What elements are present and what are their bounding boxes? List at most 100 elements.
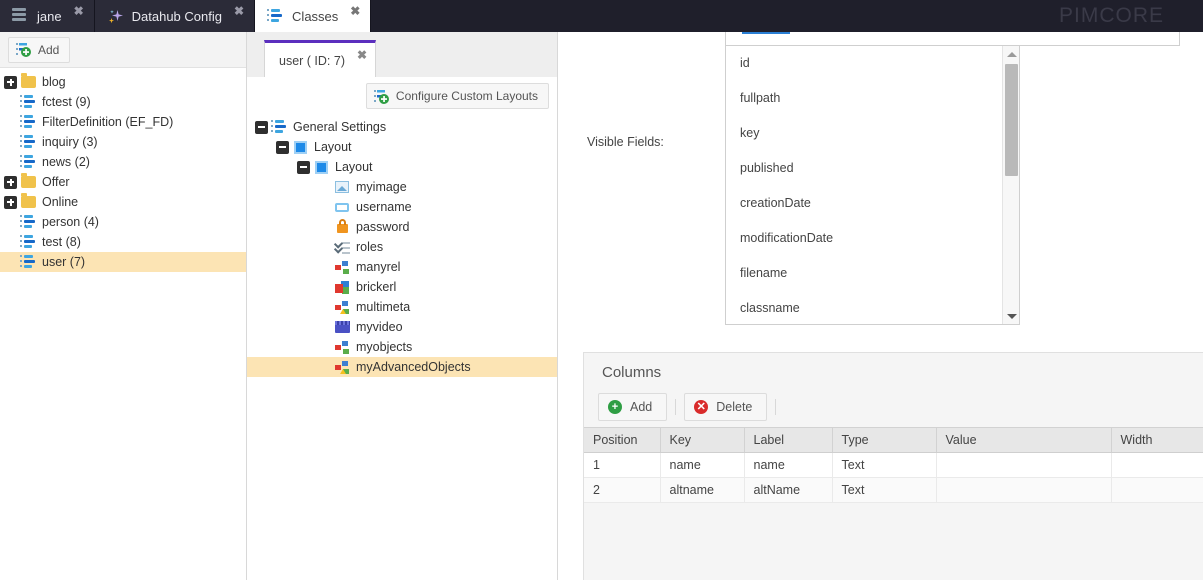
- app-tab-jane[interactable]: jane ✖: [0, 0, 95, 32]
- class-tree-item[interactable]: news (2): [0, 152, 246, 172]
- structure-tree-item[interactable]: roles: [247, 237, 557, 257]
- class-tree-item[interactable]: person (4): [0, 212, 246, 232]
- columns-table: Position Key Label Type Value Width 1 name name…: [584, 427, 1203, 503]
- visible-fields-label: Visible Fields:: [587, 135, 664, 149]
- collapse-icon[interactable]: [276, 140, 289, 154]
- column-header[interactable]: Position: [584, 427, 661, 453]
- app-tab-datahub-config[interactable]: Datahub Config ✖: [94, 0, 256, 32]
- toolbar-divider: [675, 399, 677, 415]
- class-tree-item-label: person (4): [42, 215, 99, 229]
- editor-tab-user[interactable]: user ( ID: 7) ✖: [264, 40, 377, 78]
- structure-tree-item-label: myimage: [356, 180, 407, 194]
- columns-title: Columns: [602, 364, 662, 381]
- class-tree-item[interactable]: fctest (9): [0, 92, 246, 112]
- cell-width[interactable]: [1111, 452, 1203, 478]
- structure-tree-item[interactable]: brickerl: [247, 277, 557, 297]
- visible-field-item[interactable]: key: [726, 116, 1019, 151]
- class-tree-item[interactable]: user (7): [0, 252, 246, 272]
- visible-field-item[interactable]: creationDate: [726, 186, 1019, 221]
- structure-tree-item[interactable]: manyrel: [247, 257, 557, 277]
- expand-icon[interactable]: [4, 195, 17, 209]
- cell-key[interactable]: altname: [660, 477, 745, 503]
- structure-tree-item-label: myobjects: [356, 340, 413, 354]
- scroll-down-icon[interactable]: [1003, 308, 1019, 324]
- collapse-icon[interactable]: [255, 120, 268, 134]
- close-icon[interactable]: ✖: [234, 5, 244, 17]
- close-icon[interactable]: ✖: [350, 5, 360, 17]
- scroll-up-icon[interactable]: [1003, 46, 1019, 62]
- structure-tree-item[interactable]: myvideo: [247, 317, 557, 337]
- cell-position[interactable]: 2: [584, 477, 661, 503]
- relation-icon: [334, 339, 350, 355]
- class-icon: [271, 119, 287, 135]
- class-tree-item[interactable]: inquiry (3): [0, 132, 246, 152]
- class-tree-item[interactable]: test (8): [0, 232, 246, 252]
- class-icon: [267, 8, 283, 24]
- visible-field-item[interactable]: filename: [726, 256, 1019, 291]
- add-class-button[interactable]: Add: [8, 36, 71, 63]
- cell-value[interactable]: [936, 452, 1112, 478]
- structure-tree-item[interactable]: myimage: [247, 177, 557, 197]
- column-header[interactable]: Width: [1111, 427, 1203, 453]
- block-blue-icon: [313, 159, 329, 175]
- visible-field-item[interactable]: classname: [726, 291, 1019, 324]
- structure-tree-item[interactable]: General Settings: [247, 117, 557, 137]
- visible-fields-list[interactable]: id fullpath key published creationDate modifi…: [725, 45, 1020, 325]
- cell-position[interactable]: 1: [584, 452, 661, 478]
- structure-tree-item[interactable]: Layout: [247, 137, 557, 157]
- class-tree-item-label: Offer: [42, 175, 70, 189]
- app-tab-classes[interactable]: Classes ✖: [255, 0, 372, 32]
- cell-type[interactable]: Text: [832, 477, 937, 503]
- visible-field-item[interactable]: fullpath: [726, 81, 1019, 116]
- columns-panel: Columns + Add ✕ Delete Position Key Labe…: [583, 352, 1203, 580]
- visible-field-item[interactable]: id: [726, 46, 1019, 81]
- table-row[interactable]: 2 altname altName Text: [584, 477, 1203, 503]
- cell-value[interactable]: [936, 477, 1112, 503]
- expand-icon[interactable]: [4, 75, 17, 89]
- visible-field-item[interactable]: published: [726, 151, 1019, 186]
- class-tree-item[interactable]: blog: [0, 72, 246, 92]
- relation-icon: [334, 259, 350, 275]
- table-row[interactable]: 1 name name Text: [584, 452, 1203, 478]
- columns-toolbar: + Add ✕ Delete: [584, 381, 1203, 421]
- collapse-icon[interactable]: [297, 160, 310, 174]
- close-icon[interactable]: ✖: [357, 48, 367, 62]
- structure-tree-item[interactable]: password: [247, 217, 557, 237]
- cell-type[interactable]: Text: [832, 452, 937, 478]
- delete-column-button[interactable]: ✕ Delete: [684, 393, 768, 421]
- configure-custom-layouts-button[interactable]: Configure Custom Layouts: [365, 83, 549, 109]
- app-tab-label: Classes: [292, 8, 339, 24]
- class-editor-tabstrip: user ( ID: 7) ✖: [247, 32, 557, 78]
- structure-tree-item-label: myAdvancedObjects: [356, 360, 471, 374]
- class-icon: [20, 114, 36, 130]
- cell-label[interactable]: name: [744, 452, 833, 478]
- add-column-button[interactable]: + Add: [598, 393, 668, 421]
- structure-tree-item[interactable]: Layout: [247, 157, 557, 177]
- class-icon: [20, 214, 36, 230]
- checklist-icon: [333, 238, 350, 255]
- class-tree: blog fctest (9) FilterDefinition (EF_FD)in…: [0, 68, 246, 272]
- cell-label[interactable]: altName: [744, 477, 833, 503]
- class-tree-item[interactable]: Offer: [0, 172, 246, 192]
- structure-tree-item-label: Layout: [314, 140, 352, 154]
- structure-tree-item[interactable]: myobjects: [247, 337, 557, 357]
- cell-width[interactable]: [1111, 477, 1203, 503]
- folder-icon: [20, 173, 36, 190]
- column-header[interactable]: Value: [936, 427, 1112, 453]
- structure-tree-item[interactable]: username: [247, 197, 557, 217]
- visible-field-item[interactable]: modificationDate: [726, 221, 1019, 256]
- pimcore-logo: PIMCORE: [1059, 4, 1165, 27]
- cell-key[interactable]: name: [660, 452, 745, 478]
- structure-tree-item[interactable]: myAdvancedObjects: [247, 357, 557, 377]
- column-header[interactable]: Label: [744, 427, 833, 453]
- class-tree-item[interactable]: Online: [0, 192, 246, 212]
- column-header[interactable]: Key: [660, 427, 745, 453]
- class-tree-item[interactable]: FilterDefinition (EF_FD): [0, 112, 246, 132]
- visible-fields-scrollbar[interactable]: [1002, 46, 1019, 324]
- class-tree-item-label: inquiry (3): [42, 135, 98, 149]
- structure-tree-item[interactable]: multimeta: [247, 297, 557, 317]
- expand-icon[interactable]: [4, 175, 17, 189]
- close-icon[interactable]: ✖: [74, 5, 84, 17]
- scrollbar-thumb[interactable]: [1005, 64, 1018, 176]
- column-header[interactable]: Type: [832, 427, 937, 453]
